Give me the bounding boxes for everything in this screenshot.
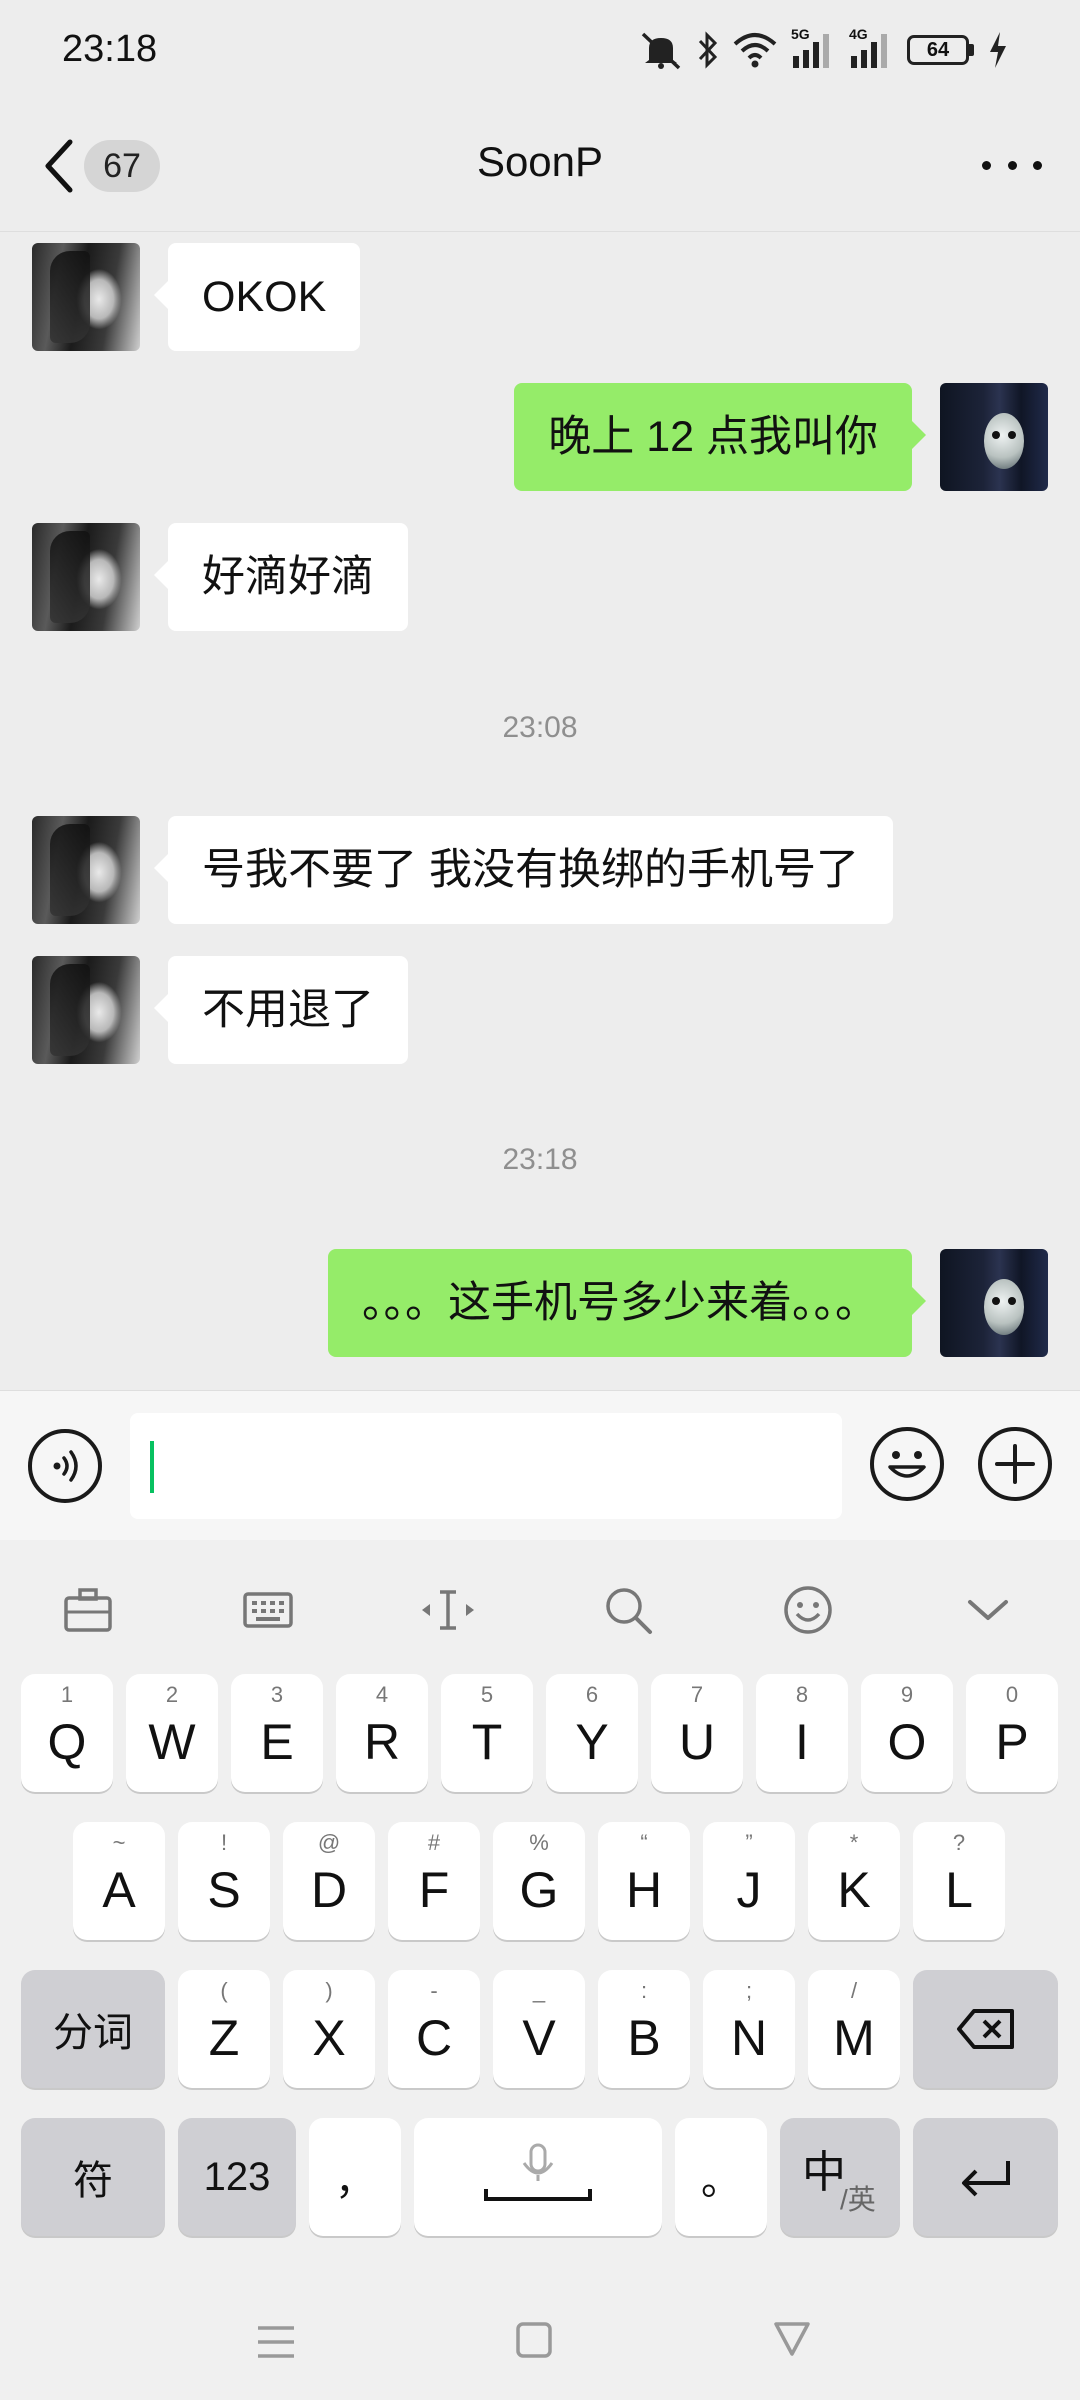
plus-icon [995, 1444, 1035, 1484]
dot-icon [1033, 160, 1042, 170]
emoji-icon[interactable] [776, 1578, 840, 1642]
message-row: 好滴好滴 [32, 523, 408, 631]
message-row: OKOK [32, 243, 361, 351]
message-input[interactable] [130, 1413, 842, 1519]
key-f[interactable]: # F [388, 1822, 480, 1940]
key-c[interactable]: -C [388, 1970, 480, 2088]
smiley-icon [888, 1451, 926, 1478]
key-p[interactable]: 0P [966, 1674, 1058, 1792]
message-bubble[interactable]: 号我不要了 我没有换绑的手机号了 [154, 816, 893, 924]
key-s[interactable]: ! S [178, 1822, 270, 1940]
message-timestamp: 23:18 [502, 1143, 578, 1176]
key-t[interactable]: 5T [441, 1674, 533, 1792]
chat-title: SoonP [476, 138, 604, 185]
message-bubble[interactable]: 。。。这手机号多少来着。。。 [328, 1249, 926, 1357]
message-bubble[interactable]: OKOK [153, 243, 361, 351]
keyboard: 1Q 2W 3E 4R 5T 6Y 7U 8I 9O 0P ~ A ! S @ D #… [0, 1540, 1080, 2400]
key-o[interactable]: 9O [861, 1674, 953, 1792]
battery-icon: 64 [907, 35, 974, 65]
space-key[interactable] [414, 2118, 662, 2236]
emoji-button[interactable] [870, 1427, 944, 1501]
voice-icon [53, 1450, 78, 1482]
contact-avatar[interactable] [32, 243, 140, 351]
chat-header: 67 SoonP [0, 100, 1080, 232]
key-a[interactable]: ~ A [73, 1822, 165, 1940]
chat-messages[interactable]: OKOK 晚上 12 点我叫你 好滴好滴 23:08 号我不要了 我没有换绑的手… [0, 233, 1080, 1390]
more-options-button[interactable] [982, 150, 1042, 180]
message-input-bar [0, 1390, 1080, 1540]
message-bubble[interactable]: 晚上 12 点我叫你 [514, 383, 926, 491]
contact-avatar[interactable] [32, 523, 140, 631]
wifi-icon [733, 33, 777, 68]
enter-icon [961, 2161, 1010, 2197]
key-r[interactable]: 4R [336, 1674, 428, 1792]
contact-avatar[interactable] [32, 816, 140, 924]
status-time: 23:18 [62, 28, 158, 70]
enter-key[interactable] [913, 2118, 1058, 2236]
key-m[interactable]: / M [808, 1970, 900, 2088]
period-key[interactable]: 。 [675, 2118, 767, 2236]
contact-avatar[interactable] [32, 956, 140, 1064]
message-bubble[interactable]: 好滴好滴 [154, 523, 408, 631]
numbers-key[interactable]: 123 [178, 2118, 296, 2236]
signal-4g-icon: 4G [849, 26, 893, 70]
key-n[interactable]: ; N [703, 1970, 795, 2088]
dot-icon [1007, 160, 1017, 170]
message-bubble[interactable]: 不用退了 [154, 956, 408, 1064]
search-icon[interactable] [596, 1578, 660, 1642]
more-functions-button[interactable] [978, 1427, 1052, 1501]
key-e[interactable]: 3E [231, 1674, 323, 1792]
clipboard-icon[interactable] [56, 1578, 120, 1642]
key-i[interactable]: 8I [756, 1674, 848, 1792]
key-l[interactable]: ? L [913, 1822, 1005, 1940]
mute-bell-icon [641, 32, 681, 70]
symbols-key[interactable]: 符 [21, 2118, 165, 2236]
status-icons: 5G 4G 64 [639, 26, 1008, 74]
key-d[interactable]: @ D [283, 1822, 375, 1940]
status-bar: 23:18 5G 4G 64 [0, 0, 1080, 100]
voice-input-button[interactable] [28, 1429, 102, 1503]
message-timestamp: 23:08 [502, 711, 578, 744]
menu-icon[interactable] [254, 2320, 298, 2364]
keyboard-toolbar [0, 1540, 1080, 1670]
back-triangle-icon[interactable] [772, 2318, 812, 2358]
message-row: 号我不要了 我没有换绑的手机号了 [32, 816, 893, 924]
key-w[interactable]: 2W [126, 1674, 218, 1792]
key-j[interactable]: ” J [703, 1822, 795, 1940]
message-row: 。。。这手机号多少来着。。。 [328, 1249, 1048, 1357]
key-g[interactable]: % G [493, 1822, 585, 1940]
key-h[interactable]: “H [598, 1822, 690, 1940]
my-avatar[interactable] [940, 1249, 1048, 1357]
microphone-icon [484, 2143, 592, 2201]
cursor-move-icon[interactable] [416, 1578, 480, 1642]
dot-icon [982, 160, 991, 170]
backspace-icon [956, 2009, 1014, 2049]
key-v[interactable]: _ V [493, 1970, 585, 2088]
message-row: 晚上 12 点我叫你 [514, 383, 1048, 491]
battery-level: 64 [907, 35, 969, 65]
text-caret [150, 1441, 154, 1493]
lang-sub-label: /英 [840, 2184, 876, 2215]
collapse-icon[interactable] [956, 1578, 1020, 1642]
system-navigation-bar [0, 2290, 1080, 2400]
home-icon[interactable] [514, 2320, 554, 2360]
my-avatar[interactable] [940, 383, 1048, 491]
language-toggle-key[interactable]: 中 /英 [780, 2118, 900, 2236]
key-y[interactable]: 6Y [546, 1674, 638, 1792]
comma-key[interactable]: ， [309, 2118, 401, 2236]
key-k[interactable]: * K [808, 1822, 900, 1940]
charging-icon [990, 32, 1006, 68]
key-x[interactable]: ) X [283, 1970, 375, 2088]
key-b[interactable]: :B [598, 1970, 690, 2088]
backspace-key[interactable] [913, 1970, 1058, 2088]
key-z[interactable]: (Z [178, 1970, 270, 2088]
key-u[interactable]: 7U [651, 1674, 743, 1792]
signal-5g-icon: 5G [791, 26, 835, 70]
keyboard-icon[interactable] [236, 1578, 300, 1642]
message-row: 不用退了 [32, 956, 408, 1064]
segment-key[interactable]: 分词 [21, 1970, 165, 2088]
bluetooth-icon [698, 31, 718, 69]
key-q[interactable]: 1Q [21, 1674, 113, 1792]
